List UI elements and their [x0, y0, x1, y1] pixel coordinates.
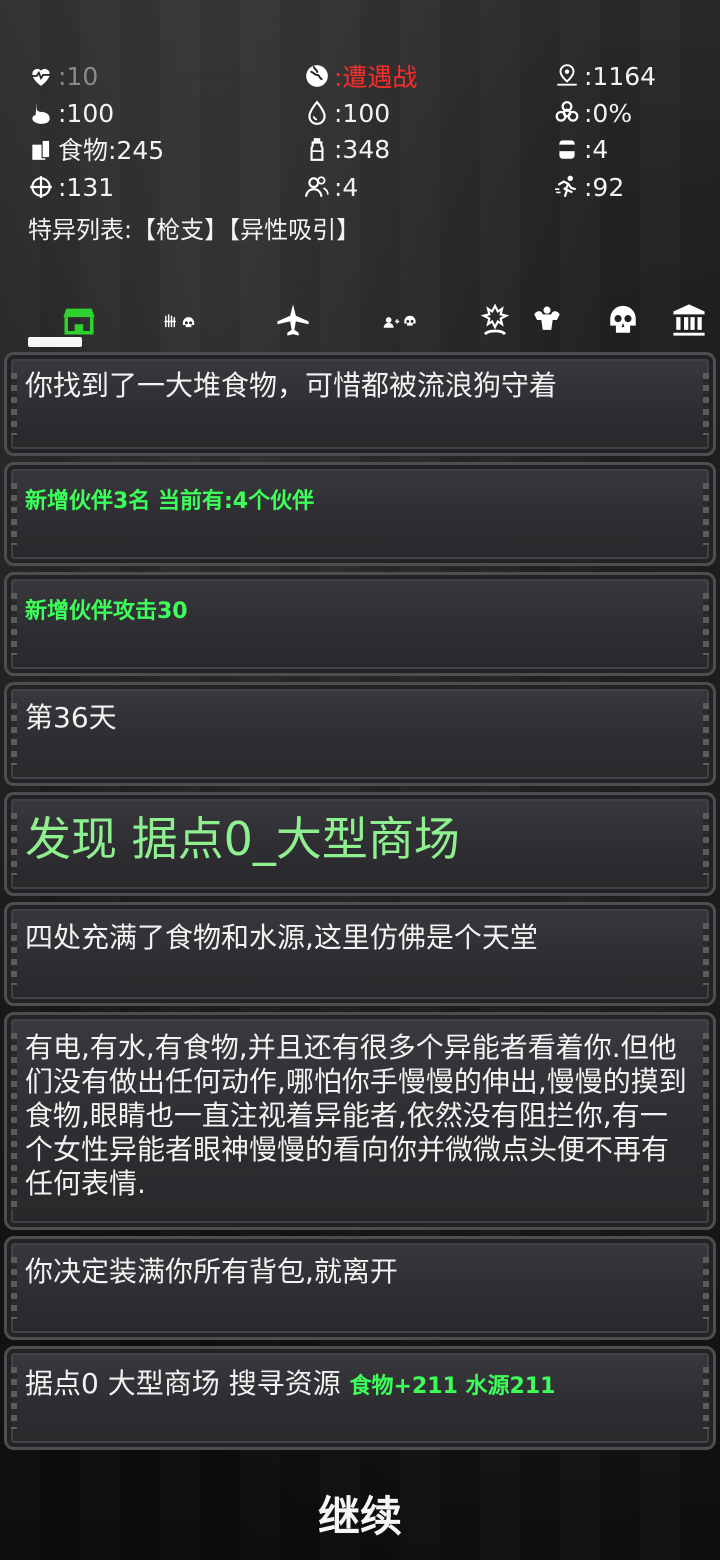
search-result-text: 据点0 大型商场 搜寻资源 — [25, 1367, 350, 1400]
tab-bar — [0, 300, 720, 350]
log-card: 你决定装满你所有背包,就离开 — [4, 1236, 716, 1340]
crosshair-icon — [26, 172, 56, 202]
plane-icon — [276, 303, 310, 341]
log-card: 四处充满了食物和水源,这里仿佛是个天堂 — [4, 902, 716, 1006]
distance-stat: :1164 — [552, 58, 656, 94]
log-card: 据点0 大型商场 搜寻资源 食物+211 水源211 — [4, 1346, 716, 1450]
running-icon — [552, 172, 582, 202]
location-pin-icon — [552, 61, 582, 91]
stats-panel: :10 :遭遇战 :1164 :100 :100 :0% 食物:245:348… — [0, 58, 720, 258]
heart-rate-icon — [26, 61, 56, 91]
health-stat: :10 — [26, 58, 98, 94]
log-card: 你找到了一大堆食物，可惜都被流浪狗守着 — [4, 352, 716, 456]
bottle-stat: :348 — [302, 131, 390, 167]
infection-stat: :0% — [552, 95, 632, 131]
water-drop-icon — [302, 98, 332, 128]
bottle-value: :348 — [334, 134, 391, 164]
speed-stat: :92 — [552, 169, 624, 205]
log-text: 新增伙伴3名 当前有:4个伙伴 — [25, 489, 315, 514]
continue-button[interactable]: 继续 — [260, 1478, 460, 1548]
weapons-skull-icon — [163, 303, 197, 341]
log-card: 新增伙伴3名 当前有:4个伙伴 — [4, 462, 716, 566]
can-value: :4 — [584, 134, 609, 164]
globe-icon — [302, 61, 332, 91]
log-card: 发现 据点0_大型商场 — [4, 792, 716, 896]
tab-weapons[interactable] — [140, 300, 220, 344]
companions-stat: :4 — [302, 169, 358, 205]
log-text: 四处充满了食物和水源,这里仿佛是个天堂 — [25, 921, 538, 954]
tab-heal[interactable] — [470, 300, 520, 344]
water-stat: :100 — [302, 95, 390, 131]
speed-value: :92 — [584, 172, 625, 202]
encounter-stat: :遭遇战 — [302, 58, 417, 94]
distance-value: :1164 — [584, 61, 657, 91]
infection-value: :0% — [584, 98, 633, 128]
can-stat: :4 — [552, 131, 608, 167]
stomach-icon — [26, 98, 56, 128]
log-card: 有电,有水,有食物,并且还有很多个异能者看着你.但他们没有做出任何动作,哪怕你手… — [4, 1012, 716, 1230]
attack-stat: :131 — [26, 169, 114, 205]
log-card: 新增伙伴攻击30 — [4, 572, 716, 676]
food-bag-icon — [26, 134, 56, 164]
tab-recruit[interactable] — [360, 300, 440, 344]
log-text: 新增伙伴攻击30 — [25, 599, 188, 624]
log-text: 第36天 — [25, 701, 117, 734]
shop-icon — [62, 303, 96, 341]
log-text: 你找到了一大堆食物，可惜都被流浪狗守着 — [25, 369, 558, 402]
log-text: 有电,有水,有食物,并且还有很多个异能者看着你.但他们没有做出任何动作,哪怕你手… — [25, 1031, 687, 1200]
tab-train[interactable] — [522, 300, 572, 344]
location-title: 发现 据点0_大型商场 — [25, 812, 460, 866]
can-icon — [552, 134, 582, 164]
bottle-icon — [302, 134, 332, 164]
food-value: 食物:245 — [58, 136, 165, 165]
stomach-stat: :100 — [26, 95, 114, 131]
food-stat: 食物:245 — [26, 131, 164, 167]
attack-value: :131 — [58, 172, 115, 202]
biohazard-icon — [552, 98, 582, 128]
tab-bank[interactable] — [664, 300, 714, 344]
health-value: :10 — [58, 61, 99, 91]
log-text: 据点0 大型商场 搜寻资源 食物+211 水源211 — [25, 1367, 691, 1404]
active-tab-indicator — [28, 337, 82, 347]
log-card: 第36天 — [4, 682, 716, 786]
strength-skull-icon — [530, 303, 564, 341]
encounter-value: :遭遇战 — [334, 63, 418, 92]
water-value: :100 — [334, 98, 391, 128]
skull-icon — [606, 303, 640, 341]
tab-raid[interactable] — [598, 300, 648, 344]
stomach-value: :100 — [58, 98, 115, 128]
resource-gain-text: 食物+211 水源211 — [349, 1374, 556, 1399]
tab-travel[interactable] — [268, 300, 318, 344]
add-companion-skull-icon — [383, 303, 417, 341]
traits-list: 特异列表:【枪支】【异性吸引】 — [28, 216, 361, 244]
companions-value: :4 — [334, 172, 359, 202]
heal-skull-icon — [478, 303, 512, 341]
log-text: 你决定装满你所有背包,就离开 — [25, 1255, 398, 1288]
group-icon — [302, 172, 332, 202]
bank-icon — [672, 303, 706, 341]
